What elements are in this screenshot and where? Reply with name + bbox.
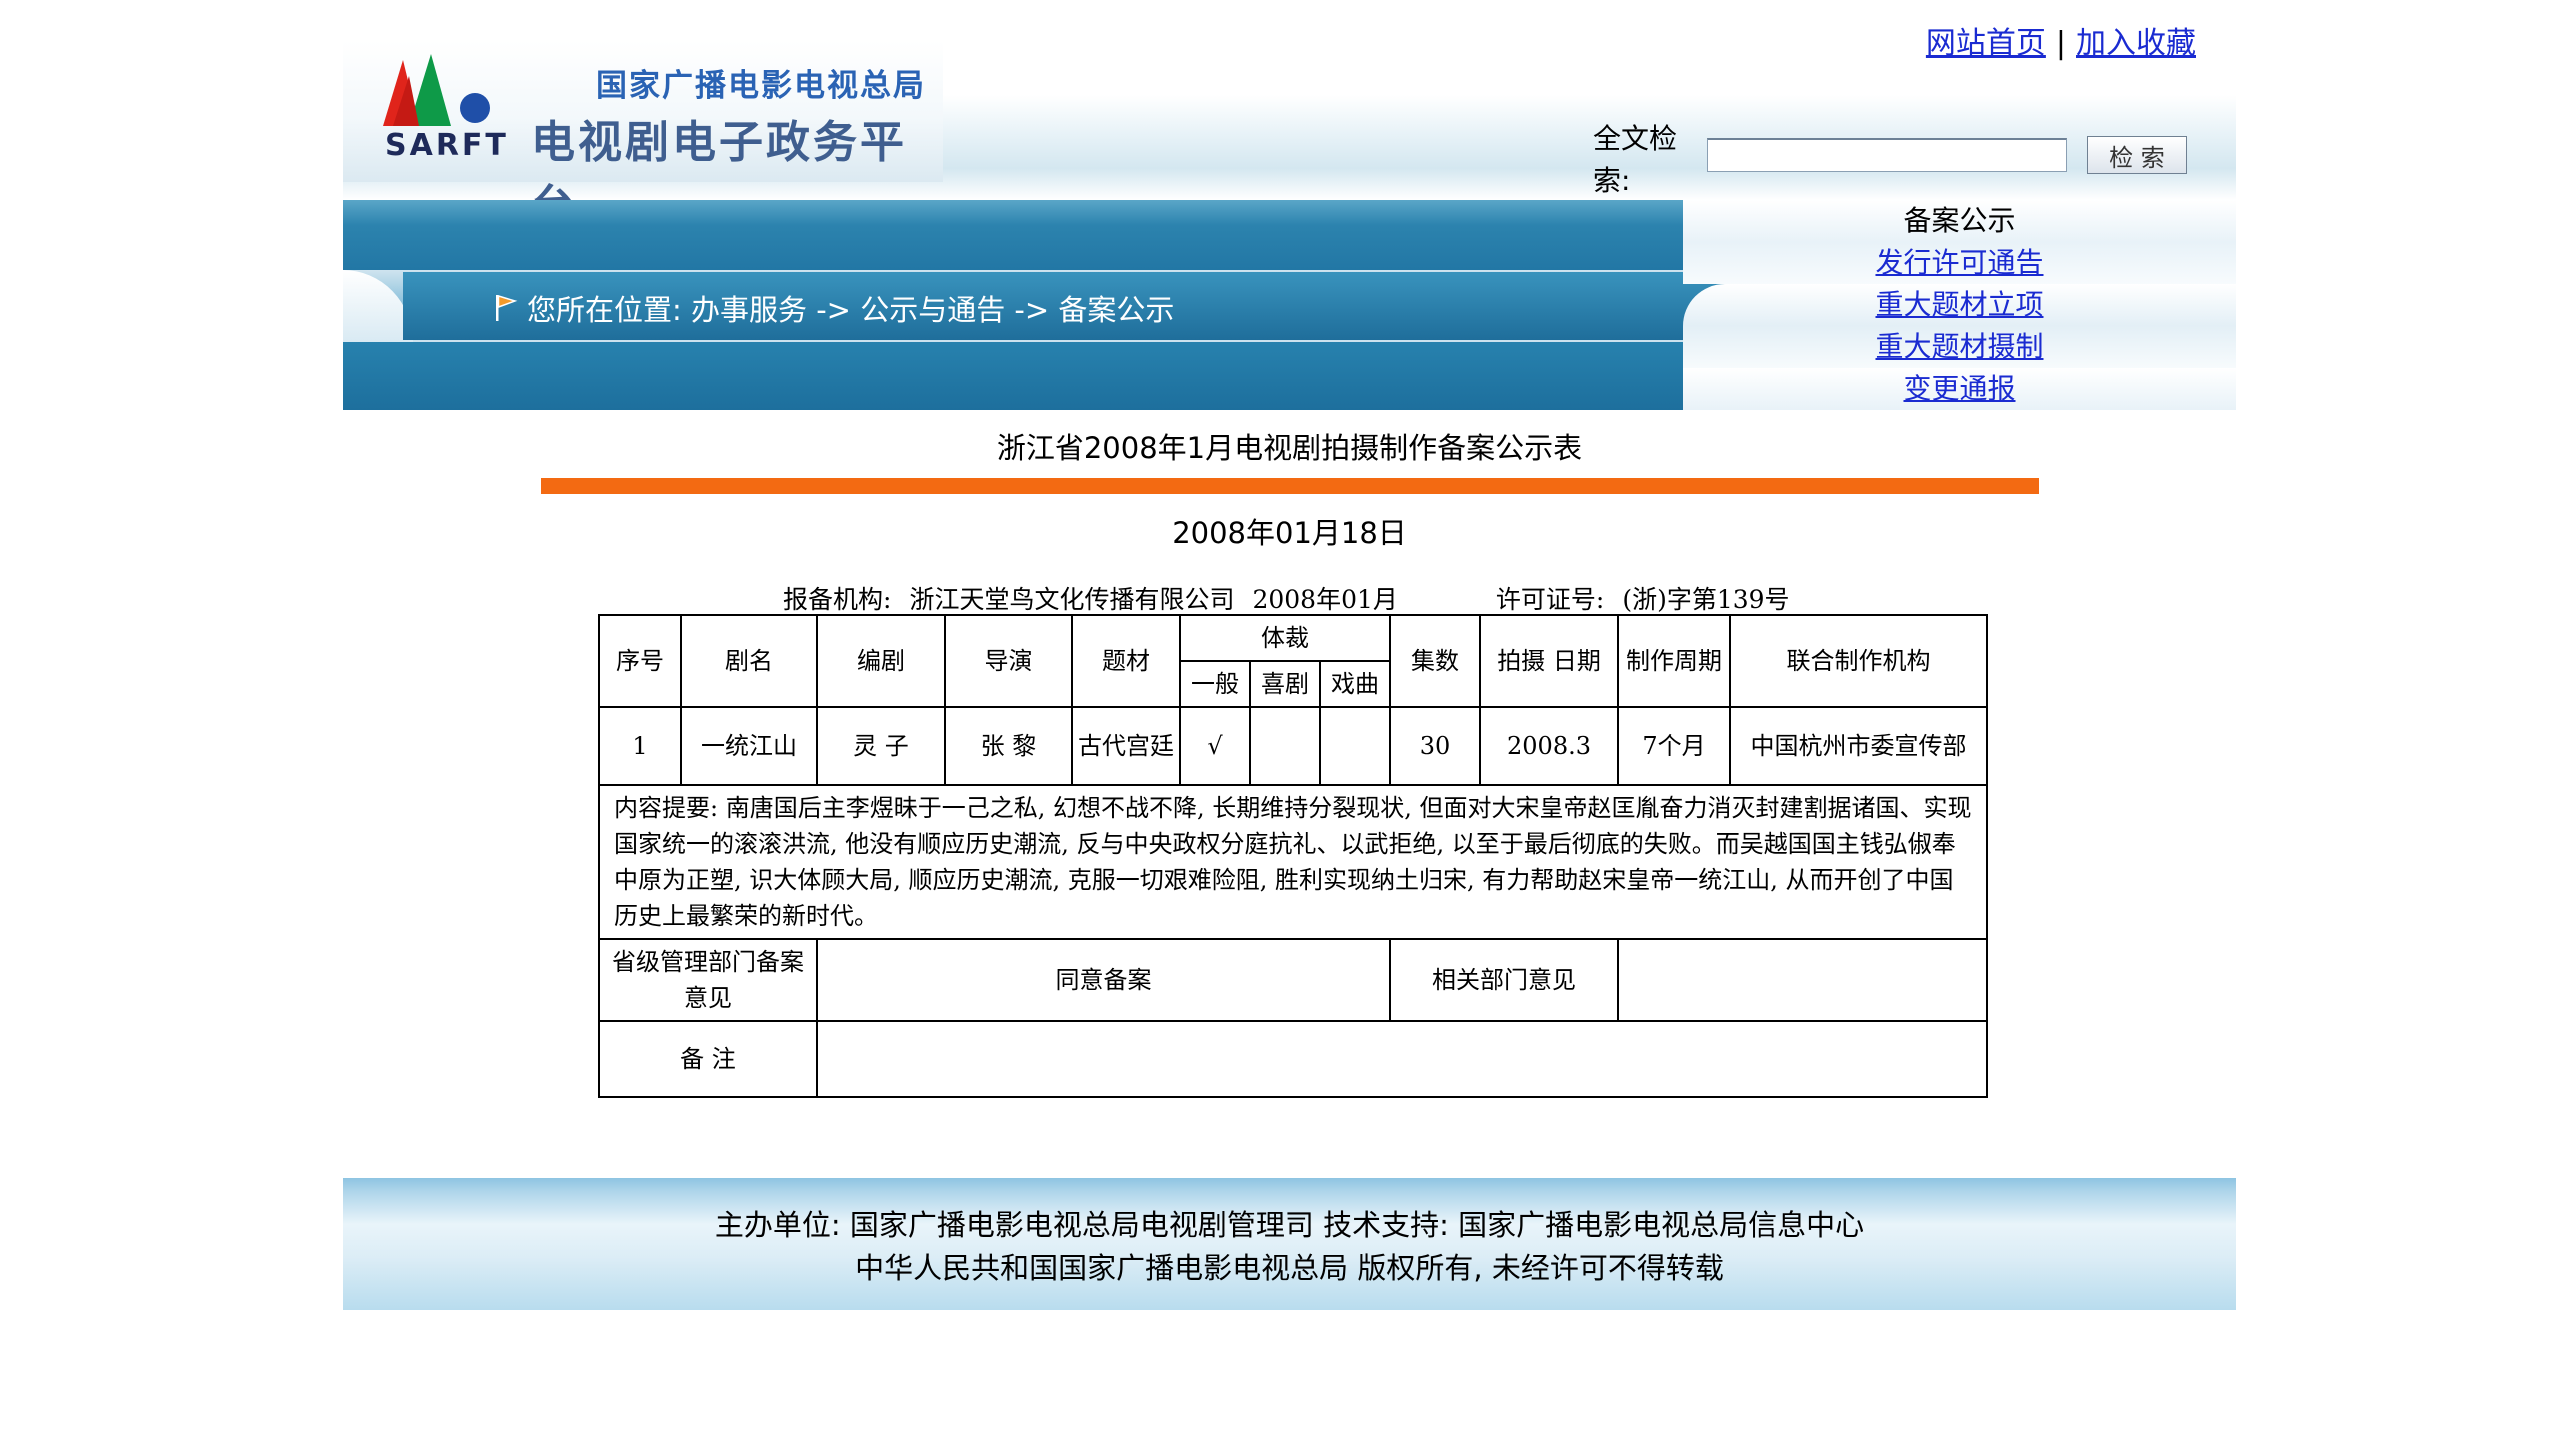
footer-sponsor: 主办单位: 国家广播电影电视总局电视剧管理司 技术支持: 国家广播电影电视总局信… [714, 1208, 1865, 1242]
side-menu-item-issue-license: 发行许可通告 [1683, 242, 2236, 284]
content-summary: 内容提要: 南唐国后主李煜昧于一己之私, 幻想不战不降, 长期维持分裂现状, 但… [597, 784, 1989, 940]
header-genre-comedy: 喜剧 [1249, 660, 1321, 708]
header-genre-opera: 戏曲 [1318, 660, 1392, 708]
org-label: 报备机构: [783, 585, 892, 614]
header-seq: 序号 [598, 614, 682, 708]
breadcrumb: 您所在位置: 办事服务 -> 公示与通告 -> 备案公示 [493, 287, 1174, 329]
page-container: SARFT 国家广播电影电视总局 电视剧电子政务平台 网站首页 | 加入收藏 全文检… [343, 0, 2236, 1440]
breadcrumb-text: 您所在位置: 办事服务 -> 公示与通告 -> 备案公示 [527, 293, 1175, 327]
side-menu-current[interactable]: 备案公示 [1683, 200, 2236, 242]
header-director: 导演 [944, 614, 1073, 708]
header-genre: 体裁 [1178, 614, 1392, 662]
header-period: 制作周期 [1617, 614, 1732, 708]
cell-director: 张 黎 [944, 706, 1073, 786]
cell-genre-general: √ [1179, 706, 1251, 786]
cell-co-producer: 中国杭州市委宣传部 [1729, 706, 1989, 786]
table-row: 1 一统江山 灵 子 张 黎 古代宫廷 √ 30 2008.3 7个月 中国杭州… [598, 706, 1989, 786]
footer [343, 1178, 2236, 1310]
home-link[interactable]: 网站首页 [1926, 26, 2046, 61]
cell-seq: 1 [598, 706, 682, 786]
major-theme-approval-link[interactable]: 重大题材立项 [1875, 288, 2043, 321]
major-theme-shooting-link[interactable]: 重大题材摄制 [1875, 330, 2043, 363]
summary-row: 内容提要: 南唐国后主李煜昧于一己之私, 幻想不战不降, 长期维持分裂现状, 但… [597, 784, 1989, 940]
cell-writer: 灵 子 [816, 706, 946, 786]
filing-meta: 报备机构: 浙江天堂鸟文化传播有限公司 2008年01月 许可证号: (浙)字第139号 [783, 580, 1808, 616]
opinion-value: 同意备案 [815, 938, 1392, 1022]
search-label: 全文检索: [1593, 122, 1678, 197]
search-button[interactable]: 检 索 [2087, 136, 2187, 174]
link-separator: | [2055, 26, 2066, 61]
change-notice-link[interactable]: 变更通报 [1903, 372, 2015, 405]
remark-row: 备 注 [598, 1020, 1989, 1098]
cell-genre-comedy [1249, 706, 1321, 786]
top-links: 网站首页 | 加入收藏 [1926, 18, 2196, 62]
search-input[interactable] [1707, 138, 2067, 172]
flag-icon [496, 294, 518, 321]
remark-value [815, 1020, 1989, 1098]
side-menu-item-change-notice: 变更通报 [1683, 368, 2236, 410]
org-value: 浙江天堂鸟文化传播有限公司 [909, 585, 1235, 614]
title-divider [541, 478, 2039, 494]
header-episodes: 集数 [1389, 614, 1482, 708]
record-table: 序号 剧名 编剧 导演 题材 体裁 集数 拍摄 日期 制作周期 联合制作机构 一… [597, 614, 1989, 1098]
opinion-label: 省级管理部门备案意见 [598, 938, 818, 1022]
cell-period: 7个月 [1617, 706, 1732, 786]
header-writer: 编剧 [816, 614, 946, 708]
logo-abbr: SARFT [385, 128, 509, 163]
related-dept-value [1617, 938, 1989, 1022]
logo-org-name: 国家广播电影电视总局 [596, 68, 926, 104]
header-genre-general: 一般 [1179, 660, 1251, 708]
related-dept-label: 相关部门意见 [1389, 938, 1620, 1022]
add-favorite-link[interactable]: 加入收藏 [2076, 26, 2196, 61]
table-header-row: 序号 剧名 编剧 导演 题材 体裁 集数 拍摄 日期 制作周期 联合制作机构 [598, 614, 1989, 708]
issue-license-link[interactable]: 发行许可通告 [1875, 246, 2043, 279]
header-co-producer: 联合制作机构 [1729, 614, 1989, 708]
cell-genre-opera [1318, 706, 1392, 786]
logo[interactable]: SARFT 国家广播电影电视总局 电视剧电子政务平台 [343, 40, 943, 232]
header-name: 剧名 [680, 614, 818, 708]
side-menu: 备案公示 发行许可通告 重大题材立项 重大题材摄制 变更通报 [1683, 200, 2236, 410]
nav-band: 您所在位置: 办事服务 -> 公示与通告 -> 备案公示 备案公示 发行许可通告… [343, 200, 2236, 410]
side-menu-item-major-theme-shooting: 重大题材摄制 [1683, 326, 2236, 368]
header-theme: 题材 [1071, 614, 1181, 708]
footer-copyright: 中华人民共和国国家广播电影电视总局 版权所有, 未经许可不得转载 [855, 1251, 1724, 1285]
license-value: (浙)字第139号 [1622, 585, 1790, 614]
remark-label: 备 注 [598, 1020, 818, 1098]
document-date: 2008年01月18日 [1172, 516, 1407, 550]
document-title: 浙江省2008年1月电视剧拍摄制作备案公示表 [996, 431, 1583, 465]
cell-shoot-date: 2008.3 [1479, 706, 1620, 786]
filing-month: 2008年01月 [1252, 585, 1398, 614]
opinion-row: 省级管理部门备案意见 同意备案 相关部门意见 [598, 938, 1989, 1022]
cell-name: 一统江山 [680, 706, 818, 786]
side-menu-item-major-theme-approval: 重大题材立项 [1683, 284, 2236, 326]
cell-theme: 古代宫廷 [1071, 706, 1181, 786]
cell-episodes: 30 [1389, 706, 1482, 786]
license-label: 许可证号: [1495, 585, 1605, 614]
header-shoot-date: 拍摄 日期 [1479, 614, 1620, 708]
